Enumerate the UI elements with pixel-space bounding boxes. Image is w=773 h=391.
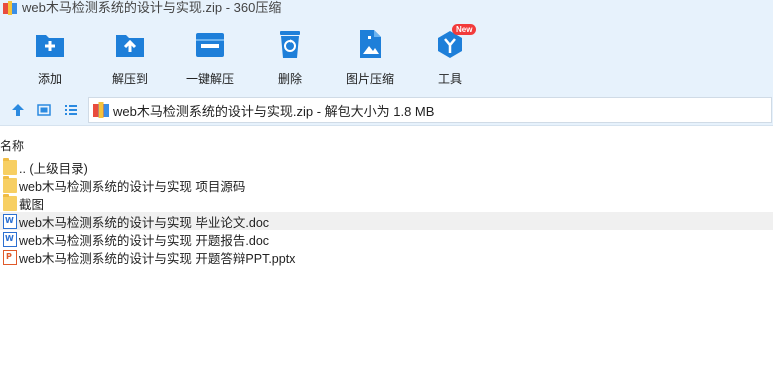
file-name: web木马检测系统的设计与实现 项目源码 [19, 179, 246, 194]
thumbnail-view-icon[interactable] [37, 103, 51, 117]
powerpoint-icon [3, 249, 17, 265]
image-compress-button[interactable]: 图片压缩 [330, 24, 410, 88]
toolbar: 添加 解压到 一键解压 删除 图片压缩 New 工具 [0, 24, 773, 88]
window-title: web木马检测系统的设计与实现.zip - 360压缩 [22, 0, 282, 15]
file-name: .. (上级目录) [19, 161, 88, 176]
word-document-icon [3, 231, 17, 247]
list-item-proposal-doc[interactable]: web木马检测系统的设计与实现 开题报告.doc [0, 230, 773, 248]
image-compress-label: 图片压缩 [345, 72, 394, 86]
folder-icon [3, 157, 17, 175]
tools-label: 工具 [437, 72, 462, 86]
folder-icon [3, 193, 17, 211]
one-click-extract-button[interactable]: 一键解压 [170, 24, 250, 88]
word-document-icon [3, 213, 17, 229]
archive-icon [3, 1, 17, 15]
one-click-extract-icon [194, 28, 226, 60]
path-field[interactable]: web木马检测系统的设计与实现.zip - 解包大小为 1.8 MB [88, 97, 772, 123]
up-arrow-icon[interactable] [11, 103, 25, 117]
tools-cube-icon: New [434, 24, 477, 60]
one-click-extract-label: 一键解压 [185, 72, 234, 86]
list-item-parent-folder[interactable]: .. (上级目录) [0, 157, 773, 176]
image-file-icon [354, 28, 386, 60]
delete-label: 删除 [277, 72, 302, 86]
add-label: 添加 [37, 72, 62, 86]
recycle-bin-icon [274, 28, 306, 60]
file-name: 截图 [19, 197, 45, 212]
list-item-screenshots-folder[interactable]: 截图 [0, 193, 773, 212]
name-column-header[interactable]: 名称 [0, 134, 773, 154]
file-name: web木马检测系统的设计与实现 开题答辩PPT.pptx [19, 251, 296, 266]
list-item-thesis-doc[interactable]: web木马检测系统的设计与实现 毕业论文.doc [0, 212, 773, 230]
add-button[interactable]: 添加 [10, 24, 90, 88]
file-name: web木马检测系统的设计与实现 开题报告.doc [19, 233, 270, 248]
extract-to-label: 解压到 [111, 72, 148, 86]
extract-folder-icon [114, 28, 146, 60]
file-name: web木马检测系统的设计与实现 毕业论文.doc [19, 215, 270, 230]
tools-button[interactable]: New 工具 [410, 24, 490, 88]
file-list: .. (上级目录) web木马检测系统的设计与实现 项目源码 截图 web木马检… [0, 157, 773, 266]
address-bar: web木马检测系统的设计与实现.zip - 解包大小为 1.8 MB [0, 96, 773, 126]
add-folder-icon [34, 28, 66, 60]
title-bar: web木马检测系统的设计与实现.zip - 360压缩 [0, 0, 773, 16]
list-item-source-folder[interactable]: web木马检测系统的设计与实现 项目源码 [0, 175, 773, 194]
zip-archive-icon [93, 102, 109, 118]
extract-to-button[interactable]: 解压到 [90, 24, 170, 88]
top-panel: web木马检测系统的设计与实现.zip - 360压缩 添加 解压到 一键解压 … [0, 0, 773, 96]
delete-button[interactable]: 删除 [250, 24, 330, 88]
new-badge: New [452, 24, 477, 35]
list-view-icon[interactable] [64, 103, 78, 117]
list-item-defense-pptx[interactable]: web木马检测系统的设计与实现 开题答辩PPT.pptx [0, 248, 773, 266]
path-text: web木马检测系统的设计与实现.zip - 解包大小为 1.8 MB [113, 103, 435, 119]
folder-icon [3, 175, 17, 193]
name-header-label: 名称 [0, 139, 25, 153]
